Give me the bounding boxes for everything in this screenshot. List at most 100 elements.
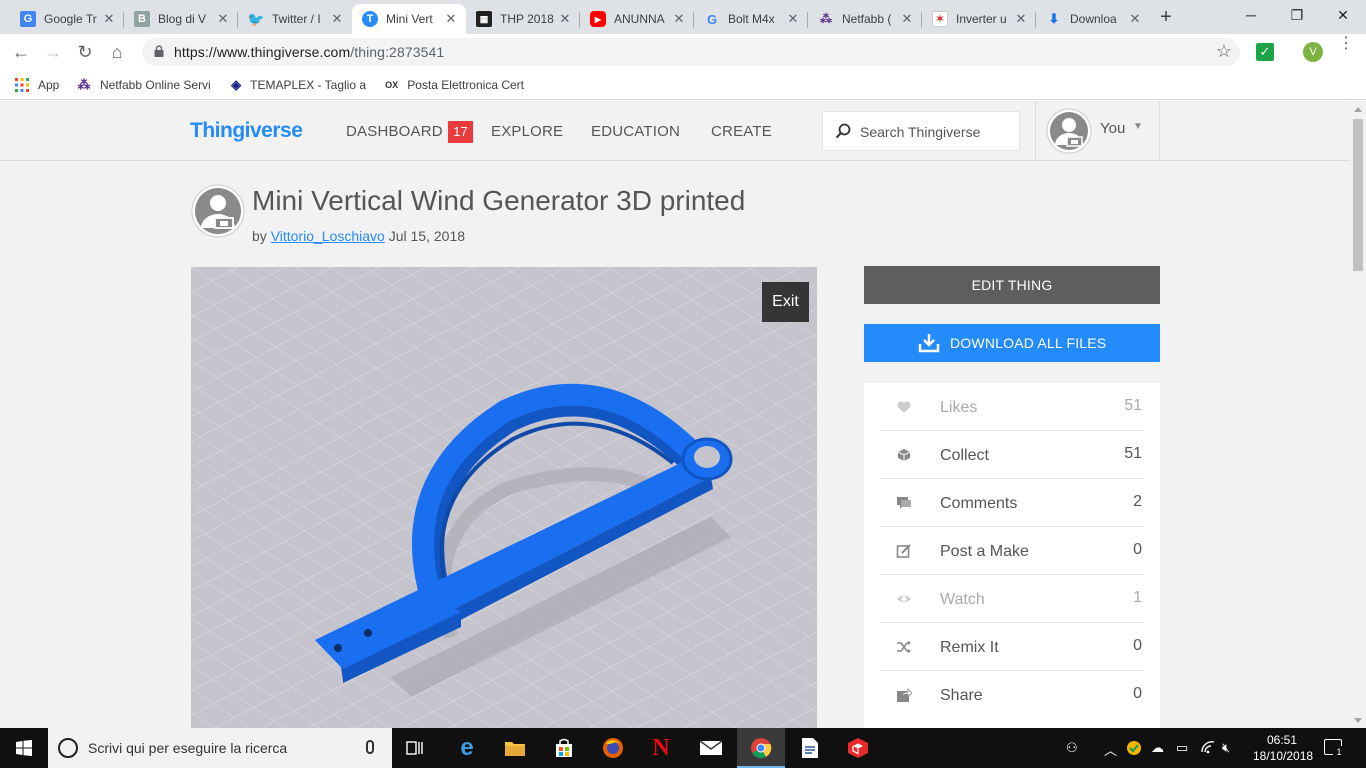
- file-explorer-icon[interactable]: [491, 728, 539, 768]
- close-icon[interactable]: ✕: [102, 11, 116, 27]
- browser-tab[interactable]: G Bolt M4x ✕: [694, 4, 808, 34]
- exit-viewer-button[interactable]: Exit: [762, 282, 809, 322]
- browser-tab[interactable]: ✶ Inverter u ✕: [922, 4, 1036, 34]
- stat-count: 0: [1133, 685, 1142, 702]
- thing-stats-panel: Likes 51 Collect 51 Comments 2 Post a Ma…: [864, 383, 1160, 728]
- browser-menu-icon[interactable]: ⋮: [1338, 36, 1354, 52]
- browser-tab[interactable]: B Blog di V ✕: [124, 4, 238, 34]
- author-avatar[interactable]: [191, 184, 245, 238]
- close-icon[interactable]: ✕: [1014, 11, 1028, 27]
- windows-start-icon[interactable]: [16, 740, 32, 756]
- task-view-icon[interactable]: [392, 728, 440, 768]
- browser-tab[interactable]: ▶ ANUNNA ✕: [580, 4, 694, 34]
- browser-tab[interactable]: 🐦 Twitter / I ✕: [238, 4, 352, 34]
- close-window-icon[interactable]: ✕: [1320, 0, 1366, 30]
- close-icon[interactable]: ✕: [444, 11, 458, 27]
- microphone-icon[interactable]: [366, 740, 374, 754]
- nav-create[interactable]: CREATE: [711, 123, 772, 140]
- stat-share[interactable]: Share 0: [880, 671, 1144, 719]
- address-bar[interactable]: https://www.thingiverse.com/thing:287354…: [142, 38, 1240, 66]
- taskbar-search-box[interactable]: Scrivi qui per eseguire la ricerca: [48, 728, 392, 768]
- netfabb-icon: ⁂: [77, 77, 91, 92]
- download-all-files-button[interactable]: DOWNLOAD ALL FILES: [864, 324, 1160, 362]
- stat-likes[interactable]: Likes 51: [880, 383, 1144, 431]
- close-icon[interactable]: ✕: [216, 11, 230, 27]
- browser-tab[interactable]: G Google Tr ✕: [10, 4, 124, 34]
- stat-comments[interactable]: Comments 2: [880, 479, 1144, 527]
- bookmark-item[interactable]: ◈ TEMAPLEX - Taglio a: [230, 76, 366, 94]
- back-arrow-icon[interactable]: ←: [9, 40, 33, 64]
- home-icon[interactable]: ⌂: [105, 40, 129, 64]
- extension-check-icon[interactable]: ✓: [1256, 43, 1274, 61]
- wifi-icon[interactable]: [1200, 740, 1216, 757]
- battery-icon[interactable]: ▭: [1176, 740, 1188, 756]
- download-icon: [918, 334, 940, 353]
- browser-tab-active[interactable]: T Mini Vert ✕: [352, 4, 466, 34]
- sketchup-icon[interactable]: [834, 728, 882, 768]
- nav-dashboard[interactable]: DASHBOARD: [346, 123, 443, 140]
- browser-tab[interactable]: ⬇ Downloa ✕: [1036, 4, 1150, 34]
- close-icon[interactable]: ✕: [558, 11, 572, 27]
- tab-title: ANUNNA: [614, 12, 665, 26]
- thingiverse-logo[interactable]: Thingiverse: [190, 119, 303, 143]
- onedrive-icon[interactable]: ☁: [1151, 740, 1164, 756]
- tab-title: Mini Vert: [386, 12, 433, 26]
- twitter-icon: 🐦: [247, 10, 265, 27]
- model-canvas[interactable]: [191, 267, 817, 728]
- stat-watch[interactable]: Watch 1: [880, 575, 1144, 623]
- edit-thing-button[interactable]: EDIT THING: [864, 266, 1160, 304]
- taskbar-clock[interactable]: 06:51 18/10/2018: [1253, 732, 1313, 764]
- store-icon[interactable]: [540, 728, 588, 768]
- bookmark-item[interactable]: OX Posta Elettronica Cert: [384, 76, 524, 94]
- tray-app-icon[interactable]: [1126, 740, 1142, 759]
- browser-tab[interactable]: ⁂ Netfabb ( ✕: [808, 4, 922, 34]
- scroll-up-arrow-icon[interactable]: [1354, 107, 1362, 112]
- bookmark-item[interactable]: App: [14, 76, 59, 94]
- bookmark-item[interactable]: ⁂ Netfabb Online Servi: [76, 76, 216, 94]
- site-search-input[interactable]: Search Thingiverse: [822, 111, 1020, 151]
- url-text: https://www.thingiverse.com/thing:287354…: [174, 44, 445, 60]
- tab-title: Netfabb (: [842, 12, 892, 26]
- minimize-icon[interactable]: ─: [1228, 0, 1274, 30]
- close-icon[interactable]: ✕: [786, 11, 800, 27]
- nav-explore[interactable]: EXPLORE: [491, 123, 563, 140]
- people-icon[interactable]: ⚇: [1066, 740, 1078, 756]
- chrome-icon[interactable]: [737, 728, 785, 768]
- user-menu[interactable]: You ▼: [1035, 101, 1160, 161]
- netflix-icon[interactable]: N: [637, 728, 685, 768]
- scroll-down-arrow-icon[interactable]: [1354, 718, 1362, 723]
- stat-label: Share: [940, 687, 983, 704]
- bookmark-star-icon[interactable]: ☆: [1216, 41, 1232, 62]
- close-icon[interactable]: ✕: [900, 11, 914, 27]
- page-scrollbar[interactable]: [1350, 101, 1366, 728]
- document-icon[interactable]: [786, 728, 834, 768]
- nav-education[interactable]: EDUCATION: [591, 123, 680, 140]
- forward-arrow-icon[interactable]: →: [41, 40, 65, 64]
- stat-post-a-make[interactable]: Post a Make 0: [880, 527, 1144, 575]
- inverter-icon: ✶: [932, 11, 948, 27]
- close-icon[interactable]: ✕: [330, 11, 344, 27]
- notification-badge[interactable]: 17: [448, 121, 473, 143]
- restore-icon[interactable]: ❐: [1274, 0, 1320, 30]
- remix-icon: [897, 641, 911, 653]
- browser-tab[interactable]: ▦ THP 2018 ✕: [466, 4, 580, 34]
- stat-collect[interactable]: Collect 51: [880, 431, 1144, 479]
- close-icon[interactable]: ✕: [672, 11, 686, 27]
- chevron-up-icon[interactable]: ︿: [1104, 740, 1117, 759]
- new-tab-button[interactable]: +: [1154, 6, 1178, 30]
- edge-icon[interactable]: e: [443, 728, 491, 768]
- mail-icon[interactable]: [687, 728, 735, 768]
- profile-avatar[interactable]: V: [1303, 42, 1323, 62]
- lock-icon: [154, 45, 164, 57]
- share-icon: [897, 688, 912, 702]
- volume-muted-icon[interactable]: 🔇︎: [1222, 740, 1230, 756]
- close-icon[interactable]: ✕: [1128, 11, 1142, 27]
- scrollbar-thumb[interactable]: [1353, 119, 1363, 271]
- download-label: DOWNLOAD ALL FILES: [950, 335, 1107, 351]
- stat-remix-it[interactable]: Remix It 0: [880, 623, 1144, 671]
- firefox-icon[interactable]: [589, 728, 637, 768]
- 3d-model-viewer[interactable]: Exit: [191, 267, 817, 728]
- author-link[interactable]: Vittorio_Loschiavo: [271, 228, 385, 244]
- eye-icon: [897, 595, 911, 603]
- reload-icon[interactable]: ↻: [73, 40, 97, 64]
